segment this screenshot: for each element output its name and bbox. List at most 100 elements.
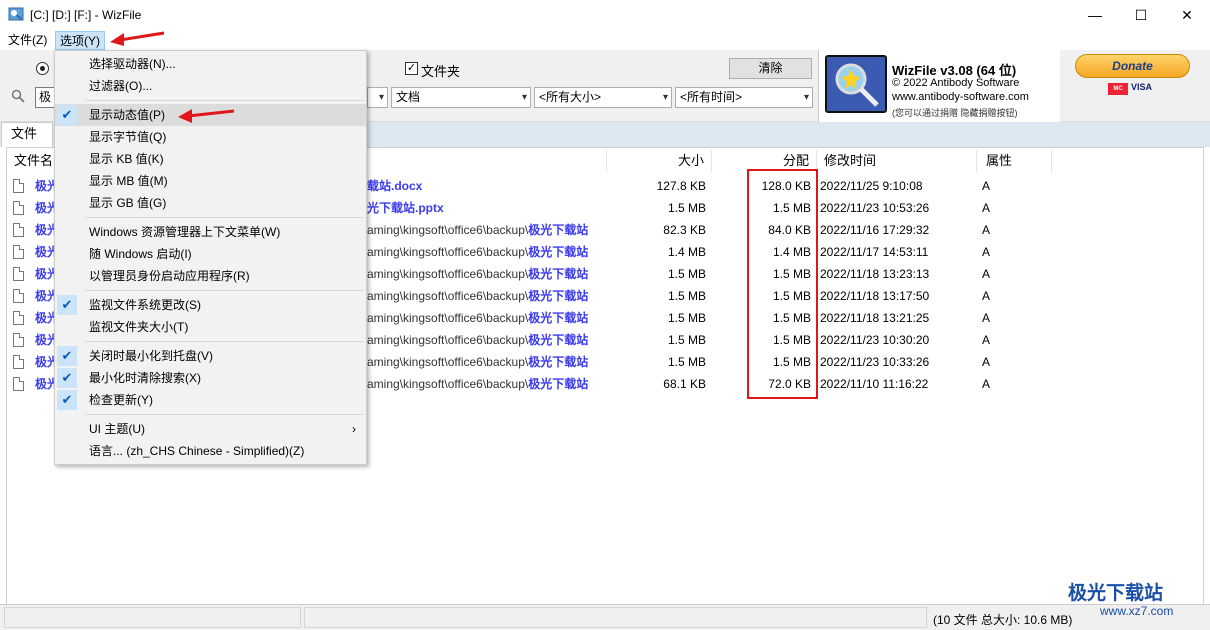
menu-clear-on-minimize[interactable]: ✔ 最小化时清除搜索(X): [55, 367, 366, 389]
column-separator[interactable]: [976, 150, 977, 172]
column-separator[interactable]: [711, 150, 712, 172]
column-attr[interactable]: 属性: [986, 150, 1012, 172]
menu-filters[interactable]: 过滤器(O)...: [55, 75, 366, 97]
file-size: 1.5 MB: [667, 333, 706, 347]
tab-files[interactable]: 文件: [1, 122, 53, 147]
file-modified: 2022/11/23 10:33:26: [820, 355, 930, 369]
menu-ui-theme[interactable]: UI 主题(U) ›: [55, 418, 366, 440]
menu-file[interactable]: 文件(Z): [4, 31, 51, 50]
file-icon: [13, 377, 24, 391]
menu-ui-theme-label: UI 主题(U): [89, 422, 145, 436]
file-modified: 2022/11/10 11:16:22: [820, 377, 929, 391]
watermark-url: www.xz7.com: [1100, 604, 1174, 618]
website-link[interactable]: www.antibody-software.com: [892, 91, 1029, 103]
file-size: 68.1 KB: [663, 377, 706, 391]
file-path: aming\kingsoft\office6\backup\极光下载站: [367, 355, 589, 369]
minimize-icon[interactable]: ―: [1072, 0, 1118, 30]
menu-monitor-fs[interactable]: ✔ 监视文件系统更改(S): [55, 294, 366, 316]
highlight-box: [747, 169, 818, 399]
filter-type-select[interactable]: ▾: [367, 87, 388, 108]
file-path: aming\kingsoft\office6\backup\极光下载站: [367, 377, 589, 391]
file-icon: [13, 179, 24, 193]
watermark-brand: 极光下载站: [1068, 583, 1164, 604]
file-attr: A: [982, 311, 991, 325]
file-attr: A: [982, 333, 991, 347]
folder-checkbox[interactable]: ✓: [405, 62, 418, 75]
column-separator[interactable]: [1051, 150, 1052, 172]
column-size[interactable]: 大小: [678, 150, 704, 172]
file-size: 82.3 KB: [663, 223, 706, 237]
payment-cards: MC VISA: [1108, 82, 1152, 95]
column-separator[interactable]: [606, 150, 607, 172]
close-icon[interactable]: ✕: [1164, 0, 1210, 30]
chevron-down-icon: ▾: [662, 92, 668, 103]
clear-button[interactable]: 清除: [729, 58, 812, 79]
about-panel[interactable]: WizFile v3.08 (64 位) © 2022 Antibody Sof…: [818, 50, 1060, 122]
column-name[interactable]: 文件名: [14, 150, 53, 172]
file-size: 1.5 MB: [667, 289, 706, 303]
file-icon: [13, 333, 24, 347]
file-attr: A: [982, 289, 991, 303]
file-size: 1.5 MB: [667, 201, 706, 215]
file-path: 载站.docx: [367, 179, 423, 193]
filter-time-select[interactable]: <所有时间> ▾: [675, 87, 813, 108]
file-icon: [13, 267, 24, 281]
file-path: aming\kingsoft\office6\backup\极光下载站: [367, 311, 589, 325]
menu-monitor-folder-size[interactable]: 监视文件夹大小(T): [55, 316, 366, 338]
file-attr: A: [982, 267, 991, 281]
menu-show-mb[interactable]: 显示 MB 值(M): [55, 170, 366, 192]
file-icon: [13, 223, 24, 237]
file-attr: A: [982, 245, 991, 259]
file-attr: A: [982, 377, 991, 391]
menu-show-kb[interactable]: 显示 KB 值(K): [55, 148, 366, 170]
menu-show-dynamic[interactable]: ✔ 显示动态值(P): [55, 104, 366, 126]
search-mode-radio[interactable]: [36, 62, 49, 75]
status-bar: (10 文件 总大小: 10.6 MB): [0, 604, 1210, 630]
menu-minimize-to-tray[interactable]: ✔ 关闭时最小化到托盘(V): [55, 345, 366, 367]
visa-label: VISA: [1131, 82, 1153, 92]
menu-select-drives[interactable]: 选择驱动器(N)...: [55, 53, 366, 75]
menu-check-updates-label: 检查更新(Y): [89, 393, 153, 407]
donate-button[interactable]: Donate: [1075, 54, 1190, 78]
filter-doc-value: 文档: [396, 90, 421, 104]
copyright-text: © 2022 Antibody Software: [892, 77, 1020, 89]
donate-note: (您可以通过捐赠 隐藏捐赠按钮): [892, 108, 1018, 118]
file-size: 1.5 MB: [667, 355, 706, 369]
menu-separator: [85, 290, 364, 291]
file-icon: [13, 311, 24, 325]
folder-checkbox-label: 文件夹: [421, 64, 461, 79]
menu-language[interactable]: 语言... (zh_CHS Chinese - Simplified)(Z): [55, 440, 366, 462]
menu-minimize-to-tray-label: 关闭时最小化到托盘(V): [89, 349, 213, 363]
file-icon: [13, 289, 24, 303]
options-menu: 选择驱动器(N)... 过滤器(O)... ✔ 显示动态值(P) 显示字节值(Q)…: [54, 50, 367, 465]
menu-separator: [85, 100, 364, 101]
menu-show-bytes[interactable]: 显示字节值(Q): [55, 126, 366, 148]
filter-size-select[interactable]: <所有大小> ▾: [534, 87, 672, 108]
file-modified: 2022/11/18 13:17:50: [820, 289, 930, 303]
file-path: 光下载站.pptx: [367, 201, 444, 215]
status-summary: (10 文件 总大小: 10.6 MB): [933, 613, 1073, 627]
file-modified: 2022/11/25 9:10:08: [820, 179, 923, 193]
maximize-icon[interactable]: ☐: [1118, 0, 1164, 30]
menu-explorer-context[interactable]: Windows 资源管理器上下文菜单(W): [55, 221, 366, 243]
menu-run-as-admin[interactable]: 以管理员身份启动应用程序(R): [55, 265, 366, 287]
menu-show-dynamic-label: 显示动态值(P): [89, 108, 165, 122]
file-modified: 2022/11/18 13:21:25: [820, 311, 930, 325]
menu-separator: [85, 414, 364, 415]
filter-doc-select[interactable]: 文档 ▾: [391, 87, 531, 108]
file-attr: A: [982, 223, 991, 237]
title-bar: [C:] [D:] [F:] - WizFile ― ☐ ✕: [0, 0, 1210, 30]
menu-show-gb[interactable]: 显示 GB 值(G): [55, 192, 366, 214]
mastercard-icon: MC: [1108, 83, 1128, 95]
file-size: 1.5 MB: [667, 311, 706, 325]
menu-check-updates[interactable]: ✔ 检查更新(Y): [55, 389, 366, 411]
file-path: aming\kingsoft\office6\backup\极光下载站: [367, 223, 589, 237]
chevron-down-icon: ▾: [803, 92, 809, 103]
column-modified[interactable]: 修改时间: [824, 150, 876, 172]
menu-separator: [85, 217, 364, 218]
menu-start-with-windows[interactable]: 随 Windows 启动(I): [55, 243, 366, 265]
menu-separator: [85, 341, 364, 342]
window-title: [C:] [D:] [F:] - WizFile: [30, 8, 142, 22]
filter-time-value: <所有时间>: [680, 90, 743, 104]
menu-options[interactable]: 选项(Y): [55, 31, 105, 50]
